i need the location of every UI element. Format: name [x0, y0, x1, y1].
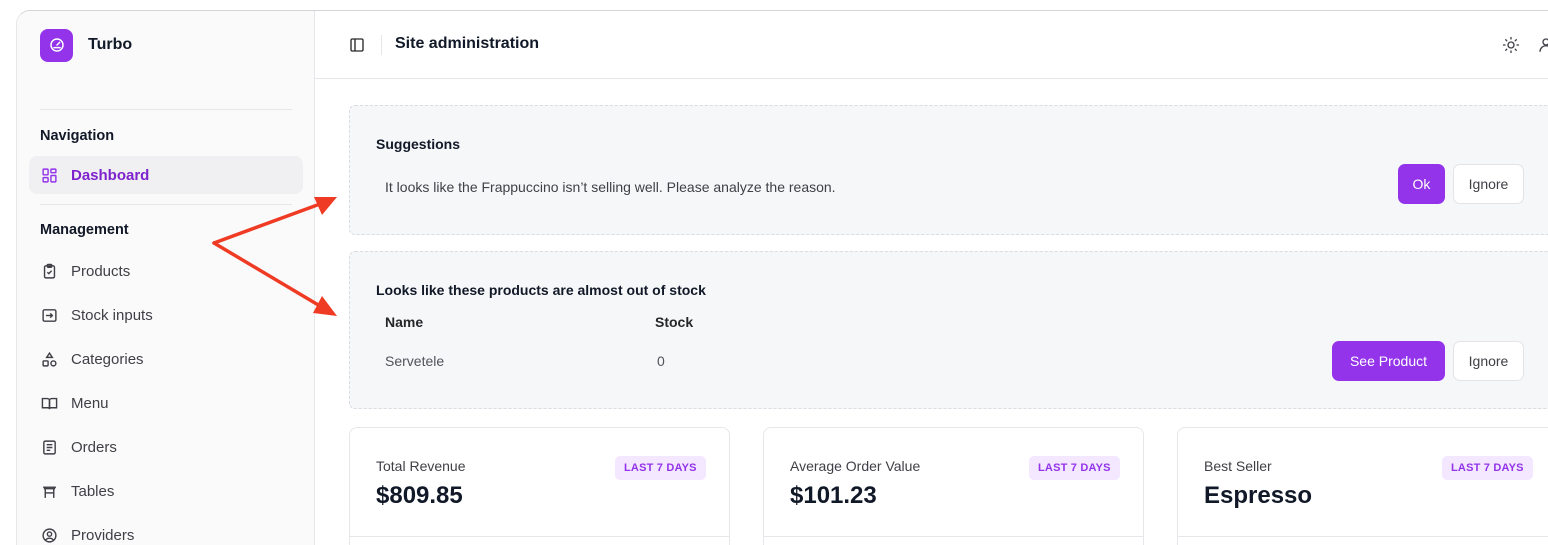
- period-badge: LAST 7 DAYS: [615, 456, 706, 480]
- period-badge: LAST 7 DAYS: [1442, 456, 1533, 480]
- sidebar-item-label: Providers: [71, 526, 135, 544]
- sidebar-item-dashboard[interactable]: Dashboard: [29, 156, 303, 194]
- sidebar-item-label: Stock inputs: [71, 306, 153, 324]
- sidebar-item-label: Dashboard: [71, 166, 150, 184]
- sidebar-item-menu[interactable]: Menu: [29, 384, 303, 422]
- sidebar-item-label: Products: [71, 262, 131, 280]
- ok-button[interactable]: Ok: [1398, 164, 1445, 204]
- book-icon: [40, 394, 58, 412]
- sidebar-item-stock-inputs[interactable]: Stock inputs: [29, 296, 303, 334]
- stat-label: Average Order Value: [790, 458, 921, 474]
- period-badge: LAST 7 DAYS: [1029, 456, 1120, 480]
- sidebar-item-tables[interactable]: Tables: [29, 472, 303, 510]
- providers-icon: [40, 526, 58, 544]
- card-divider: [1178, 536, 1548, 537]
- shapes-icon: [40, 350, 58, 368]
- stat-label: Total Revenue: [376, 458, 466, 474]
- user-icon[interactable]: [1537, 36, 1548, 54]
- section-navigation: Navigation: [40, 128, 115, 144]
- section-management: Management: [40, 222, 129, 238]
- stat-card-best-seller: Best Seller Espresso LAST 7 DAYS: [1177, 427, 1548, 545]
- stat-card-average-order: Average Order Value $101.23 LAST 7 DAYS: [763, 427, 1144, 545]
- gauge-icon: [40, 28, 73, 62]
- header-divider: [381, 35, 382, 55]
- sidebar-divider: [40, 204, 292, 205]
- receipt-icon: [40, 438, 58, 456]
- brand-name: Turbo: [88, 36, 133, 53]
- stat-value: $101.23: [790, 482, 877, 509]
- sidebar-item-label: Menu: [71, 394, 109, 412]
- suggestions-message: It looks like the Frappuccino isn’t sell…: [385, 179, 836, 195]
- suggestions-title: Suggestions: [376, 136, 461, 152]
- ignore-stock-button[interactable]: Ignore: [1453, 341, 1524, 381]
- table-icon: [40, 482, 58, 500]
- low-stock-panel: Looks like these products are almost out…: [349, 251, 1548, 409]
- card-divider: [764, 536, 1143, 537]
- page-title: Site administration: [395, 35, 540, 52]
- ignore-suggestion-button[interactable]: Ignore: [1453, 164, 1524, 204]
- brand[interactable]: Turbo: [40, 28, 133, 62]
- stat-value: $809.85: [376, 482, 463, 509]
- suggestions-panel: Suggestions It looks like the Frappuccin…: [349, 105, 1548, 235]
- sidebar-item-products[interactable]: Products: [29, 252, 303, 290]
- card-divider: [350, 536, 729, 537]
- low-stock-title: Looks like these products are almost out…: [376, 282, 706, 298]
- sidebar-toggle-icon[interactable]: [349, 37, 365, 53]
- stock-input-icon: [40, 306, 58, 324]
- table-cell-name: Servetele: [385, 353, 445, 369]
- sidebar-item-label: Orders: [71, 438, 117, 456]
- sidebar-divider: [40, 109, 292, 110]
- sidebar-item-label: Tables: [71, 482, 115, 500]
- clipboard-icon: [40, 262, 58, 280]
- sidebar-item-providers[interactable]: Providers: [29, 516, 303, 545]
- stat-card-revenue: Total Revenue $809.85 LAST 7 DAYS: [349, 427, 730, 545]
- table-cell-stock: 0: [657, 353, 665, 369]
- see-product-button[interactable]: See Product: [1332, 341, 1445, 381]
- sidebar-item-categories[interactable]: Categories: [29, 340, 303, 378]
- sidebar-item-orders[interactable]: Orders: [29, 428, 303, 466]
- top-header: Site administration: [315, 11, 1548, 79]
- stat-label: Best Seller: [1204, 458, 1272, 474]
- sun-icon[interactable]: [1502, 36, 1520, 54]
- sidebar-item-label: Categories: [71, 350, 144, 368]
- app-window: Turbo Navigation Dashboard Management Pr…: [16, 10, 1548, 545]
- dashboard-icon: [40, 166, 58, 184]
- sidebar: Turbo Navigation Dashboard Management Pr…: [17, 11, 315, 545]
- column-header-name: Name: [385, 314, 424, 330]
- column-header-stock: Stock: [655, 314, 694, 330]
- stat-value: Espresso: [1204, 482, 1313, 509]
